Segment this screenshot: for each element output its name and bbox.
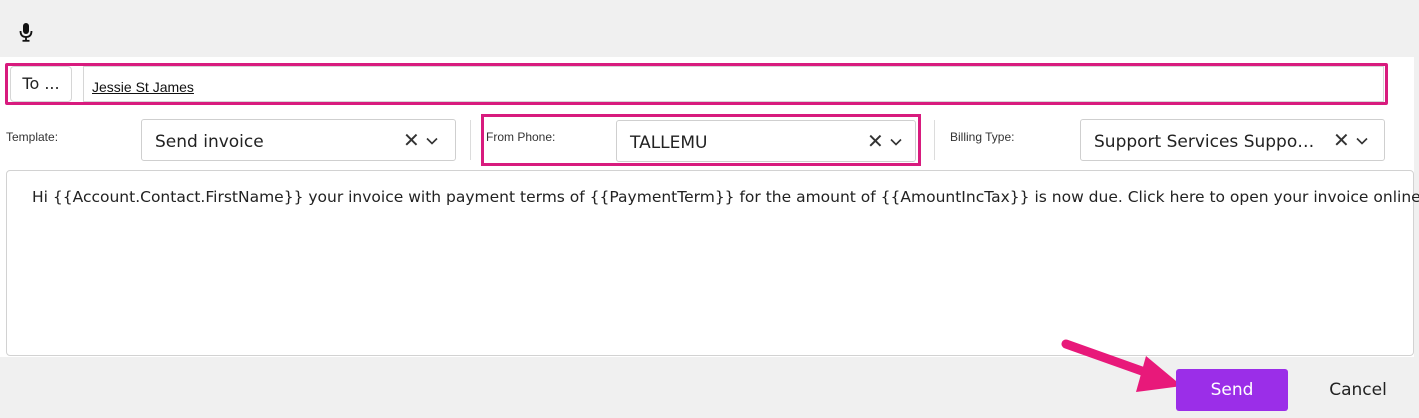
template-select-value: Send invoice [155, 132, 264, 152]
template-label: Template: [6, 130, 59, 144]
message-body: Hi {{Account.Contact.FirstName}} your in… [32, 188, 1419, 206]
clear-icon[interactable]: ✕ [1333, 130, 1350, 150]
microphone-icon[interactable] [18, 22, 34, 42]
to-recipient-link[interactable]: Jessie St James [92, 79, 194, 95]
clear-icon[interactable]: ✕ [403, 130, 420, 150]
chevron-down-icon[interactable] [1355, 134, 1369, 148]
template-select[interactable]: Send invoice ✕ [141, 119, 456, 161]
cancel-button[interactable]: Cancel [1318, 369, 1398, 411]
billing-type-select[interactable]: Support Services Suppo… ✕ [1080, 119, 1385, 161]
field-divider [934, 120, 935, 160]
billing-type-select-value: Support Services Suppo… [1094, 132, 1315, 152]
billing-type-label: Billing Type: [950, 130, 1015, 144]
from-phone-label: From Phone: [486, 130, 556, 144]
from-phone-select[interactable]: TALLEMU ✕ [616, 120, 916, 162]
chevron-down-icon[interactable] [889, 135, 903, 149]
to-field[interactable] [83, 66, 1384, 102]
clear-icon[interactable]: ✕ [867, 131, 884, 151]
field-divider [470, 120, 471, 160]
from-phone-select-value: TALLEMU [630, 133, 708, 153]
to-button[interactable]: To ... [10, 66, 72, 102]
pointer-arrow-annotation [1061, 339, 1182, 392]
send-button[interactable]: Send [1176, 369, 1288, 411]
chevron-down-icon[interactable] [425, 134, 439, 148]
